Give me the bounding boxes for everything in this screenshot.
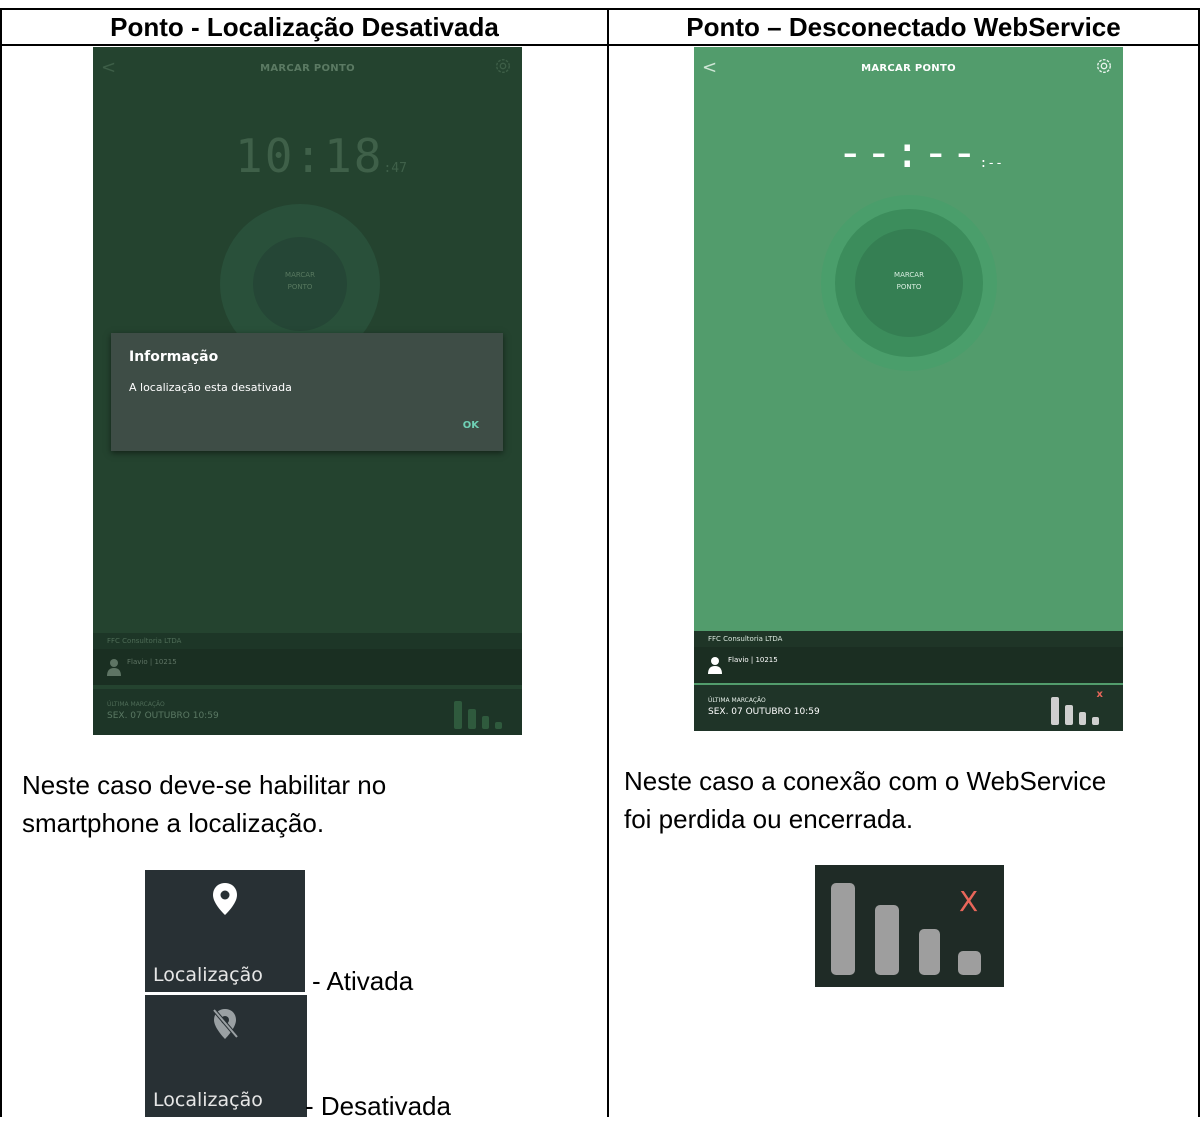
phone-screen-webservice-disconnected: < MARCAR PONTO --:--:-- MARCAR PONTO FFC… xyxy=(694,47,1123,731)
signal-icon xyxy=(454,701,502,729)
location-pin-icon xyxy=(213,883,237,915)
gear-icon[interactable] xyxy=(1095,57,1113,75)
mark-button-inner[interactable]: MARCAR PONTO xyxy=(855,229,963,337)
screen-title: MARCAR PONTO xyxy=(861,63,956,74)
gear-icon[interactable] xyxy=(494,57,512,75)
dialog-title: Informação xyxy=(129,349,219,365)
last-mark-label: ÚLTIMA MARCAÇÃO xyxy=(107,701,165,708)
company-name: FFC Consultoria LTDA xyxy=(93,633,522,649)
user-name: Flavio | 10215 xyxy=(728,656,778,664)
dialog-message: A localização esta desativada xyxy=(129,381,292,394)
dialog-ok-button[interactable]: OK xyxy=(463,420,479,431)
clock-hours-minutes: --:-- xyxy=(837,127,980,178)
mark-button-label-1: MARCAR xyxy=(285,271,315,279)
mark-button-middle: MARCAR PONTO xyxy=(835,209,983,357)
right-description-line-1: Neste caso a conexão com o WebService xyxy=(624,766,1107,796)
clock-seconds: :-- xyxy=(979,156,1003,171)
location-disabled-tile: Localização xyxy=(145,995,307,1117)
info-dialog: Informação A localização esta desativada… xyxy=(111,333,503,451)
user-bar: Flavio | 10215 xyxy=(93,649,522,685)
mark-button-inner[interactable]: MARCAR PONTO xyxy=(253,237,347,331)
location-label: Localização xyxy=(153,1089,263,1111)
company-name: FFC Consultoria LTDA xyxy=(694,631,1123,647)
user-name: Flavio | 10215 xyxy=(127,658,177,666)
location-enabled-tile: Localização xyxy=(145,870,305,992)
mark-button-label-2: PONTO xyxy=(896,283,922,291)
right-description: Neste caso a conexão com o WebService fo… xyxy=(624,762,1106,838)
left-description: Neste caso deve-se habilitar no smartpho… xyxy=(22,766,386,842)
table-middle-border xyxy=(607,8,609,1117)
left-column-header: Ponto - Localização Desativada xyxy=(110,12,499,42)
clock: --:--:-- xyxy=(837,127,1003,178)
last-mark-bar: ÚLTIMA MARCAÇÃO SEX. 07 OUTUBRO 10:59 x xyxy=(694,685,1123,731)
signal-disconnected-tile: X xyxy=(815,865,1004,987)
last-mark-bar: ÚLTIMA MARCAÇÃO SEX. 07 OUTUBRO 10:59 xyxy=(93,689,522,735)
disconnected-x-icon: X xyxy=(959,885,979,918)
table-header-border xyxy=(0,44,1200,46)
mark-button-outer[interactable]: MARCAR PONTO xyxy=(821,195,997,371)
user-bar: Flavio | 10215 xyxy=(694,647,1123,683)
left-description-line-2: smartphone a localização. xyxy=(22,808,325,838)
screen-title: MARCAR PONTO xyxy=(260,63,355,74)
phone-screen-location-disabled: < MARCAR PONTO 10:18:47 MARCAR PONTO Inf… xyxy=(93,47,522,735)
user-icon xyxy=(107,659,121,676)
left-description-line-1: Neste caso deve-se habilitar no xyxy=(22,770,387,800)
last-mark-label: ÚLTIMA MARCAÇÃO xyxy=(708,697,766,704)
user-icon xyxy=(708,657,722,674)
last-mark-value: SEX. 07 OUTUBRO 10:59 xyxy=(107,711,219,721)
right-description-line-2: foi perdida ou encerrada. xyxy=(624,804,914,834)
location-label: Localização xyxy=(153,964,263,986)
clock: 10:18:47 xyxy=(235,129,407,183)
location-disabled-caption: - Desativada xyxy=(305,1091,451,1121)
last-mark-value: SEX. 07 OUTUBRO 10:59 xyxy=(708,707,820,717)
location-enabled-caption: - Ativada xyxy=(312,966,414,996)
clock-hours-minutes: 10:18 xyxy=(235,129,384,183)
mark-button-label-2: PONTO xyxy=(287,283,313,291)
right-column-header: Ponto – Desconectado WebService xyxy=(686,12,1121,42)
clock-seconds: :47 xyxy=(383,161,407,176)
mark-button-label-1: MARCAR xyxy=(894,271,924,279)
disconnected-mark: x xyxy=(1096,689,1103,700)
table-left-border xyxy=(0,8,2,1117)
location-off-icon xyxy=(212,1008,239,1039)
